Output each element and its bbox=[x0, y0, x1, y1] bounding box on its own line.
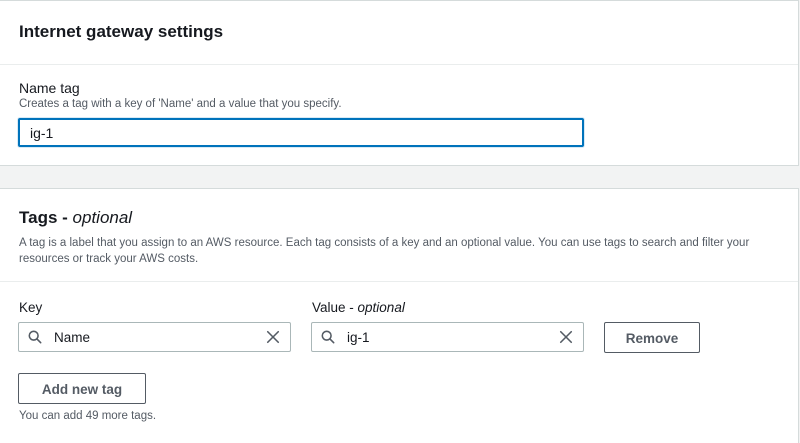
tag-key-input[interactable]: Name bbox=[18, 322, 291, 352]
tags-title-text: Tags - bbox=[19, 208, 73, 227]
close-icon[interactable] bbox=[266, 330, 280, 344]
remaining-tags-hint: You can add 49 more tags. bbox=[19, 410, 157, 422]
value-column-label: Value - optional bbox=[312, 300, 405, 315]
tag-key-value: Name bbox=[54, 330, 91, 345]
tag-value-value: ig-1 bbox=[347, 330, 370, 345]
panel-title: Internet gateway settings bbox=[19, 22, 224, 41]
tags-title-optional: optional bbox=[72, 208, 133, 227]
name-tag-label: Name tag bbox=[19, 80, 80, 96]
divider bbox=[0, 281, 798, 282]
key-column-label: Key bbox=[19, 300, 43, 315]
internet-gateway-settings-panel: Internet gateway settings Name tag Creat… bbox=[0, 0, 799, 166]
tags-panel: Tags - optional A tag is a label that yo… bbox=[0, 188, 799, 443]
value-label-text: Value - bbox=[312, 300, 358, 315]
tag-value-input[interactable]: ig-1 bbox=[311, 322, 584, 352]
value-label-optional: optional bbox=[357, 300, 405, 315]
tags-description: A tag is a label that you assign to an A… bbox=[19, 237, 750, 265]
add-new-tag-button[interactable]: Add new tag bbox=[18, 373, 146, 404]
close-icon[interactable] bbox=[559, 330, 573, 344]
name-tag-description: Creates a tag with a key of 'Name' and a… bbox=[19, 98, 342, 110]
search-icon bbox=[28, 330, 42, 344]
remove-tag-button[interactable]: Remove bbox=[604, 322, 700, 353]
name-tag-input[interactable] bbox=[18, 118, 584, 147]
tags-title: Tags - optional bbox=[19, 208, 132, 228]
search-icon bbox=[321, 330, 335, 344]
panel-header: Internet gateway settings bbox=[0, 1, 798, 65]
